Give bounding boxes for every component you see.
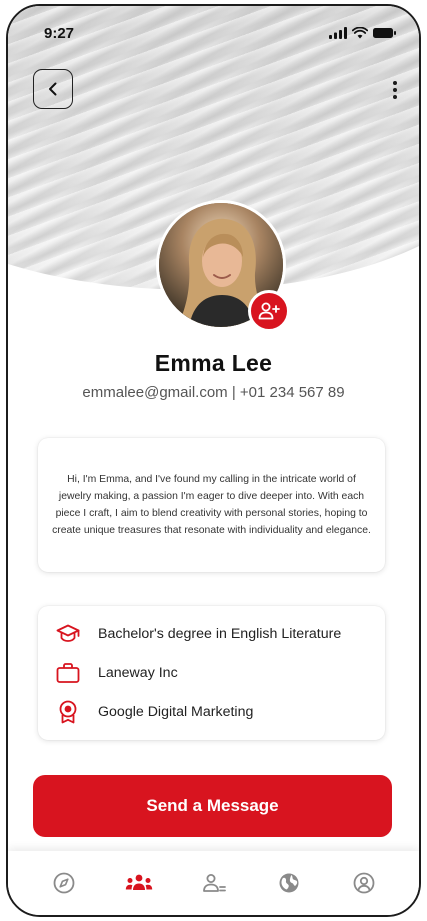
nav-item-explore[interactable] xyxy=(44,863,84,903)
info-label: Laneway Inc xyxy=(98,664,178,681)
phone-frame: 9:27 Emma Lee emmalee@gmail.com | +01 23… xyxy=(6,4,421,917)
info-row-education: Bachelor's degree in English Literature xyxy=(56,614,367,653)
more-dot-icon xyxy=(393,88,397,92)
info-row-certification: Google Digital Marketing xyxy=(56,692,367,731)
chevron-left-icon xyxy=(49,82,57,96)
nav-item-friends[interactable] xyxy=(194,863,234,903)
globe-icon xyxy=(279,873,298,893)
community-icon xyxy=(125,874,152,890)
users-icon xyxy=(202,874,226,892)
send-message-button[interactable]: Send a Message xyxy=(33,775,392,837)
more-options-button[interactable] xyxy=(385,76,405,104)
profile-contact: emmalee@gmail.com | +01 234 567 89 xyxy=(82,384,345,401)
more-dot-icon xyxy=(393,81,397,85)
nav-item-community[interactable] xyxy=(119,863,159,903)
status-bar: 9:27 xyxy=(44,22,397,44)
more-dot-icon xyxy=(393,95,397,99)
signal-icon xyxy=(329,27,347,39)
bio-card: Hi, I'm Emma, and I've found my calling … xyxy=(38,438,385,572)
compass-icon xyxy=(53,872,74,894)
info-label: Bachelor's degree in English Literature xyxy=(98,625,342,642)
status-time: 9:27 xyxy=(44,24,75,42)
add-friend-button[interactable] xyxy=(248,290,290,332)
award-icon xyxy=(56,700,80,724)
profile-name: Emma Lee xyxy=(154,350,273,376)
briefcase-icon xyxy=(56,661,80,685)
bottom-navigation xyxy=(8,851,419,915)
wifi-icon xyxy=(352,27,368,39)
user-plus-icon xyxy=(258,302,280,320)
graduation-cap-icon xyxy=(56,622,80,646)
info-row-work: Laneway Inc xyxy=(56,653,367,692)
back-button[interactable] xyxy=(33,69,73,109)
status-icons xyxy=(329,27,397,39)
nav-item-profile[interactable] xyxy=(344,863,384,903)
info-card: Bachelor's degree in English Literature … xyxy=(38,606,385,740)
nav-item-global[interactable] xyxy=(269,863,309,903)
bio-text: Hi, I'm Emma, and I've found my calling … xyxy=(52,474,371,536)
info-label: Google Digital Marketing xyxy=(98,703,254,720)
avatar-container xyxy=(156,200,290,332)
profile-icon xyxy=(353,872,374,894)
battery-icon xyxy=(373,28,396,38)
